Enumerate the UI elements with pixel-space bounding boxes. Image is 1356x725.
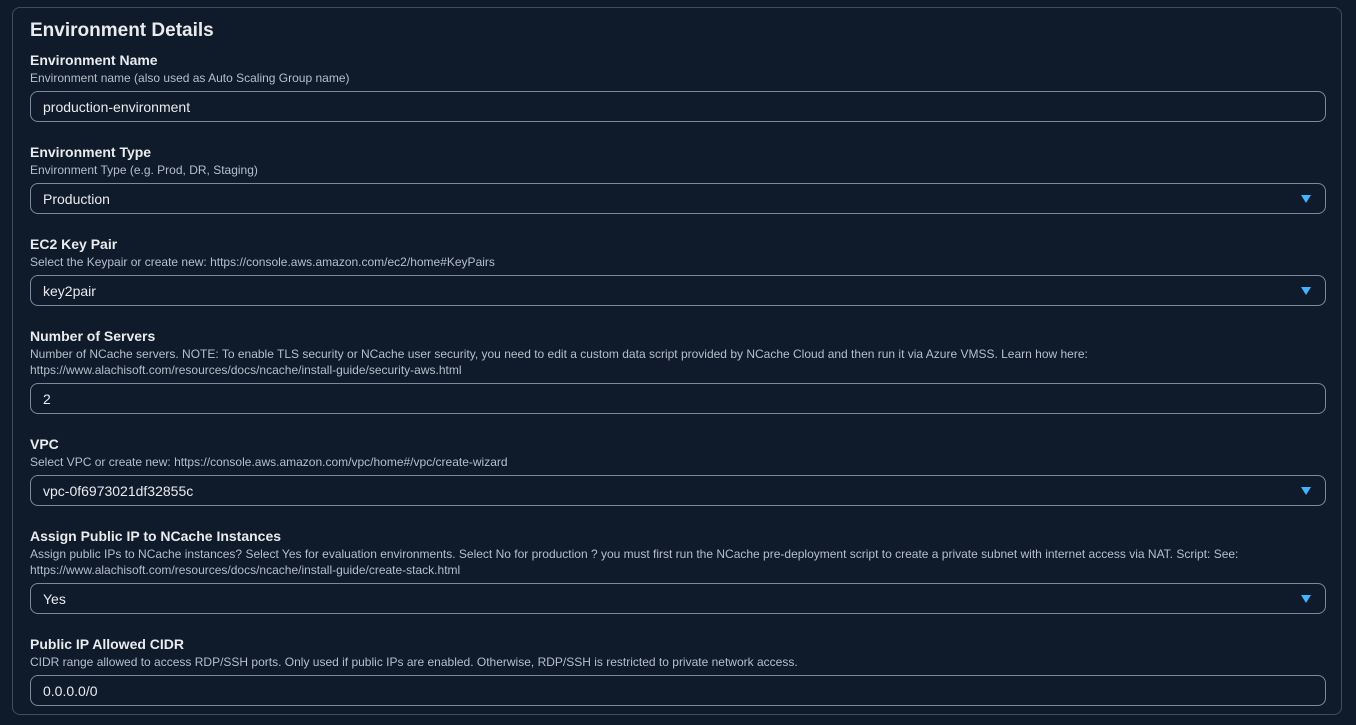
environment-details-panel: Environment Details Environment Name Env… [12, 7, 1342, 715]
environment-name-input[interactable]: production-environment [30, 91, 1326, 122]
caret-down-icon [1301, 487, 1311, 495]
environment-type-description: Environment Type (e.g. Prod, DR, Staging… [30, 163, 258, 177]
environment-name-description: Environment name (also used as Auto Scal… [30, 71, 350, 85]
environment-name-value: production-environment [43, 98, 191, 115]
number-of-servers-field: Number of Servers Number of NCache serve… [30, 328, 1326, 414]
public-ip-cidr-field: Public IP Allowed CIDR CIDR range allowe… [30, 636, 1326, 706]
environment-type-field: Environment Type Environment Type (e.g. … [30, 144, 1326, 214]
ec2-key-pair-value: key2pair [43, 282, 96, 299]
ec2-key-pair-label: EC2 Key Pair [30, 236, 118, 252]
public-ip-cidr-value: 0.0.0.0/0 [43, 682, 98, 699]
environment-name-label: Environment Name [30, 52, 158, 68]
number-of-servers-value: 2 [43, 390, 51, 407]
caret-down-icon [1301, 595, 1311, 603]
ec2-key-pair-description: Select the Keypair or create new: https:… [30, 255, 495, 269]
vpc-description: Select VPC or create new: https://consol… [30, 455, 508, 469]
ec2-key-pair-field: EC2 Key Pair Select the Keypair or creat… [30, 236, 1326, 306]
assign-public-ip-select[interactable]: Yes [30, 583, 1326, 614]
assign-public-ip-value: Yes [43, 590, 66, 607]
section-title: Environment Details [30, 20, 214, 41]
number-of-servers-input[interactable]: 2 [30, 383, 1326, 414]
environment-type-select[interactable]: Production [30, 183, 1326, 214]
environment-type-label: Environment Type [30, 144, 152, 160]
vpc-value: vpc-0f6973021df32855c [43, 482, 194, 499]
environment-name-field: Environment Name Environment name (also … [30, 52, 1326, 122]
assign-public-ip-description: Assign public IPs to NCache instances? S… [30, 547, 1239, 577]
vpc-field: VPC Select VPC or create new: https://co… [30, 436, 1326, 506]
assign-public-ip-field: Assign Public IP to NCache Instances Ass… [30, 528, 1326, 614]
number-of-servers-label: Number of Servers [30, 328, 156, 344]
vpc-select[interactable]: vpc-0f6973021df32855c [30, 475, 1326, 506]
public-ip-cidr-input[interactable]: 0.0.0.0/0 [30, 675, 1326, 706]
public-ip-cidr-description: CIDR range allowed to access RDP/SSH por… [30, 655, 798, 669]
caret-down-icon [1301, 195, 1311, 203]
caret-down-icon [1301, 287, 1311, 295]
public-ip-cidr-label: Public IP Allowed CIDR [30, 636, 185, 652]
environment-type-value: Production [43, 190, 110, 207]
ec2-key-pair-select[interactable]: key2pair [30, 275, 1326, 306]
assign-public-ip-label: Assign Public IP to NCache Instances [30, 528, 282, 544]
vpc-label: VPC [30, 436, 59, 452]
number-of-servers-description: Number of NCache servers. NOTE: To enabl… [30, 347, 1088, 377]
